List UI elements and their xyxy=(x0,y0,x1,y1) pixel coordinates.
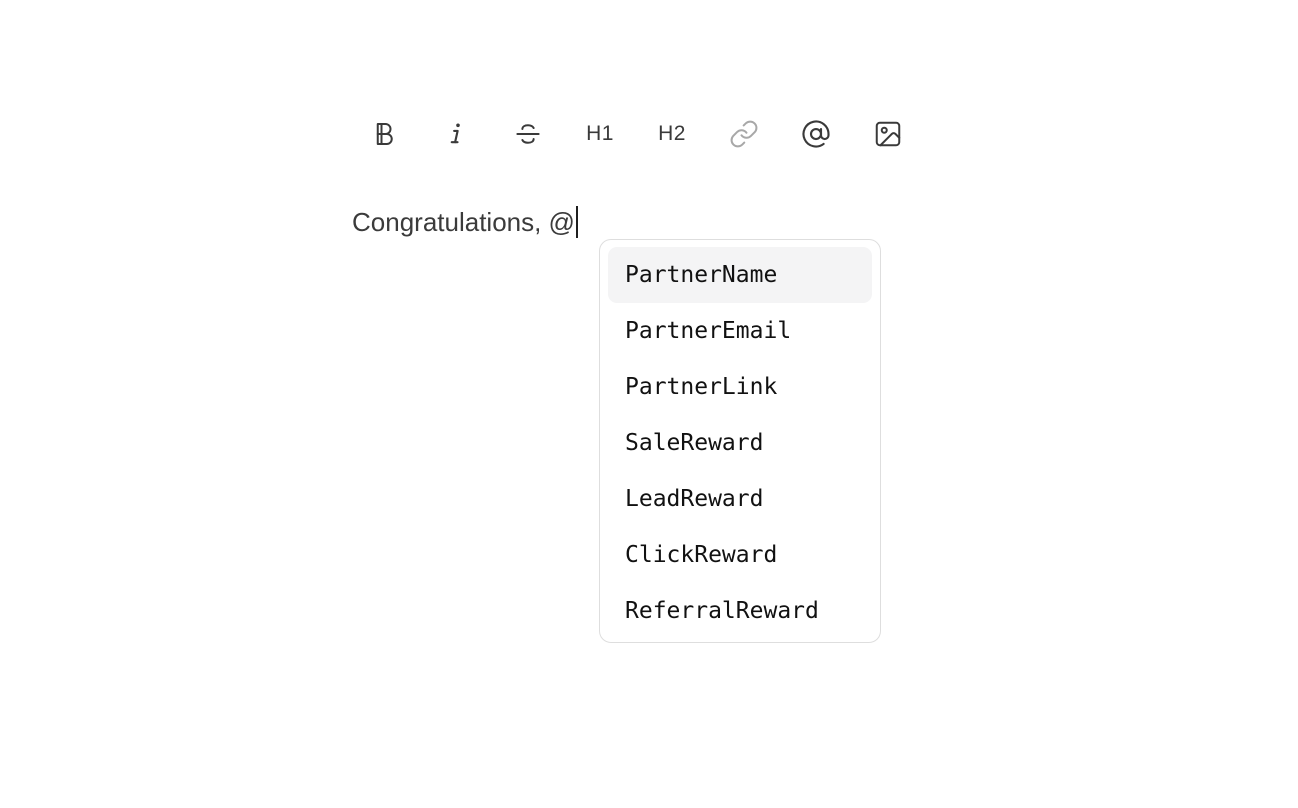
suggestion-item-referral-reward[interactable]: ReferralReward xyxy=(608,583,872,639)
suggestion-label: ReferralReward xyxy=(625,598,819,624)
suggestion-label: ClickReward xyxy=(625,542,778,568)
at-sign-icon xyxy=(802,120,830,148)
suggestion-item-partner-name[interactable]: PartnerName xyxy=(608,247,872,303)
heading-2-label: H2 xyxy=(658,122,686,145)
suggestion-label: PartnerEmail xyxy=(625,318,792,344)
link-icon xyxy=(730,120,758,148)
heading-1-label: H1 xyxy=(586,122,614,145)
strikethrough-icon xyxy=(516,124,540,144)
bold-button[interactable] xyxy=(348,100,420,168)
mention-suggestions-dropdown: PartnerName PartnerEmail PartnerLink Sal… xyxy=(599,239,881,643)
suggestion-label: PartnerName xyxy=(625,262,778,288)
mention-button[interactable] xyxy=(780,100,852,168)
suggestion-label: SaleReward xyxy=(625,430,764,456)
suggestion-item-lead-reward[interactable]: LeadReward xyxy=(608,471,872,527)
suggestion-item-click-reward[interactable]: ClickReward xyxy=(608,527,872,583)
suggestion-item-partner-link[interactable]: PartnerLink xyxy=(608,359,872,415)
link-button[interactable] xyxy=(708,100,780,168)
editor-content[interactable]: Congratulations, @ xyxy=(352,202,578,242)
suggestion-item-partner-email[interactable]: PartnerEmail xyxy=(608,303,872,359)
heading-1-button[interactable]: H1 xyxy=(564,100,636,168)
italic-icon xyxy=(450,123,460,144)
suggestion-label: LeadReward xyxy=(625,486,764,512)
italic-button[interactable] xyxy=(420,100,492,168)
formatting-toolbar: H1 H2 xyxy=(348,100,924,168)
suggestion-item-sale-reward[interactable]: SaleReward xyxy=(608,415,872,471)
heading-2-button[interactable]: H2 xyxy=(636,100,708,168)
image-button[interactable] xyxy=(852,100,924,168)
suggestion-label: PartnerLink xyxy=(625,374,778,400)
strikethrough-button[interactable] xyxy=(492,100,564,168)
text-caret xyxy=(575,206,578,238)
bold-icon xyxy=(376,123,393,145)
editor-text: Congratulations, @ xyxy=(352,206,575,237)
image-icon xyxy=(875,121,901,147)
